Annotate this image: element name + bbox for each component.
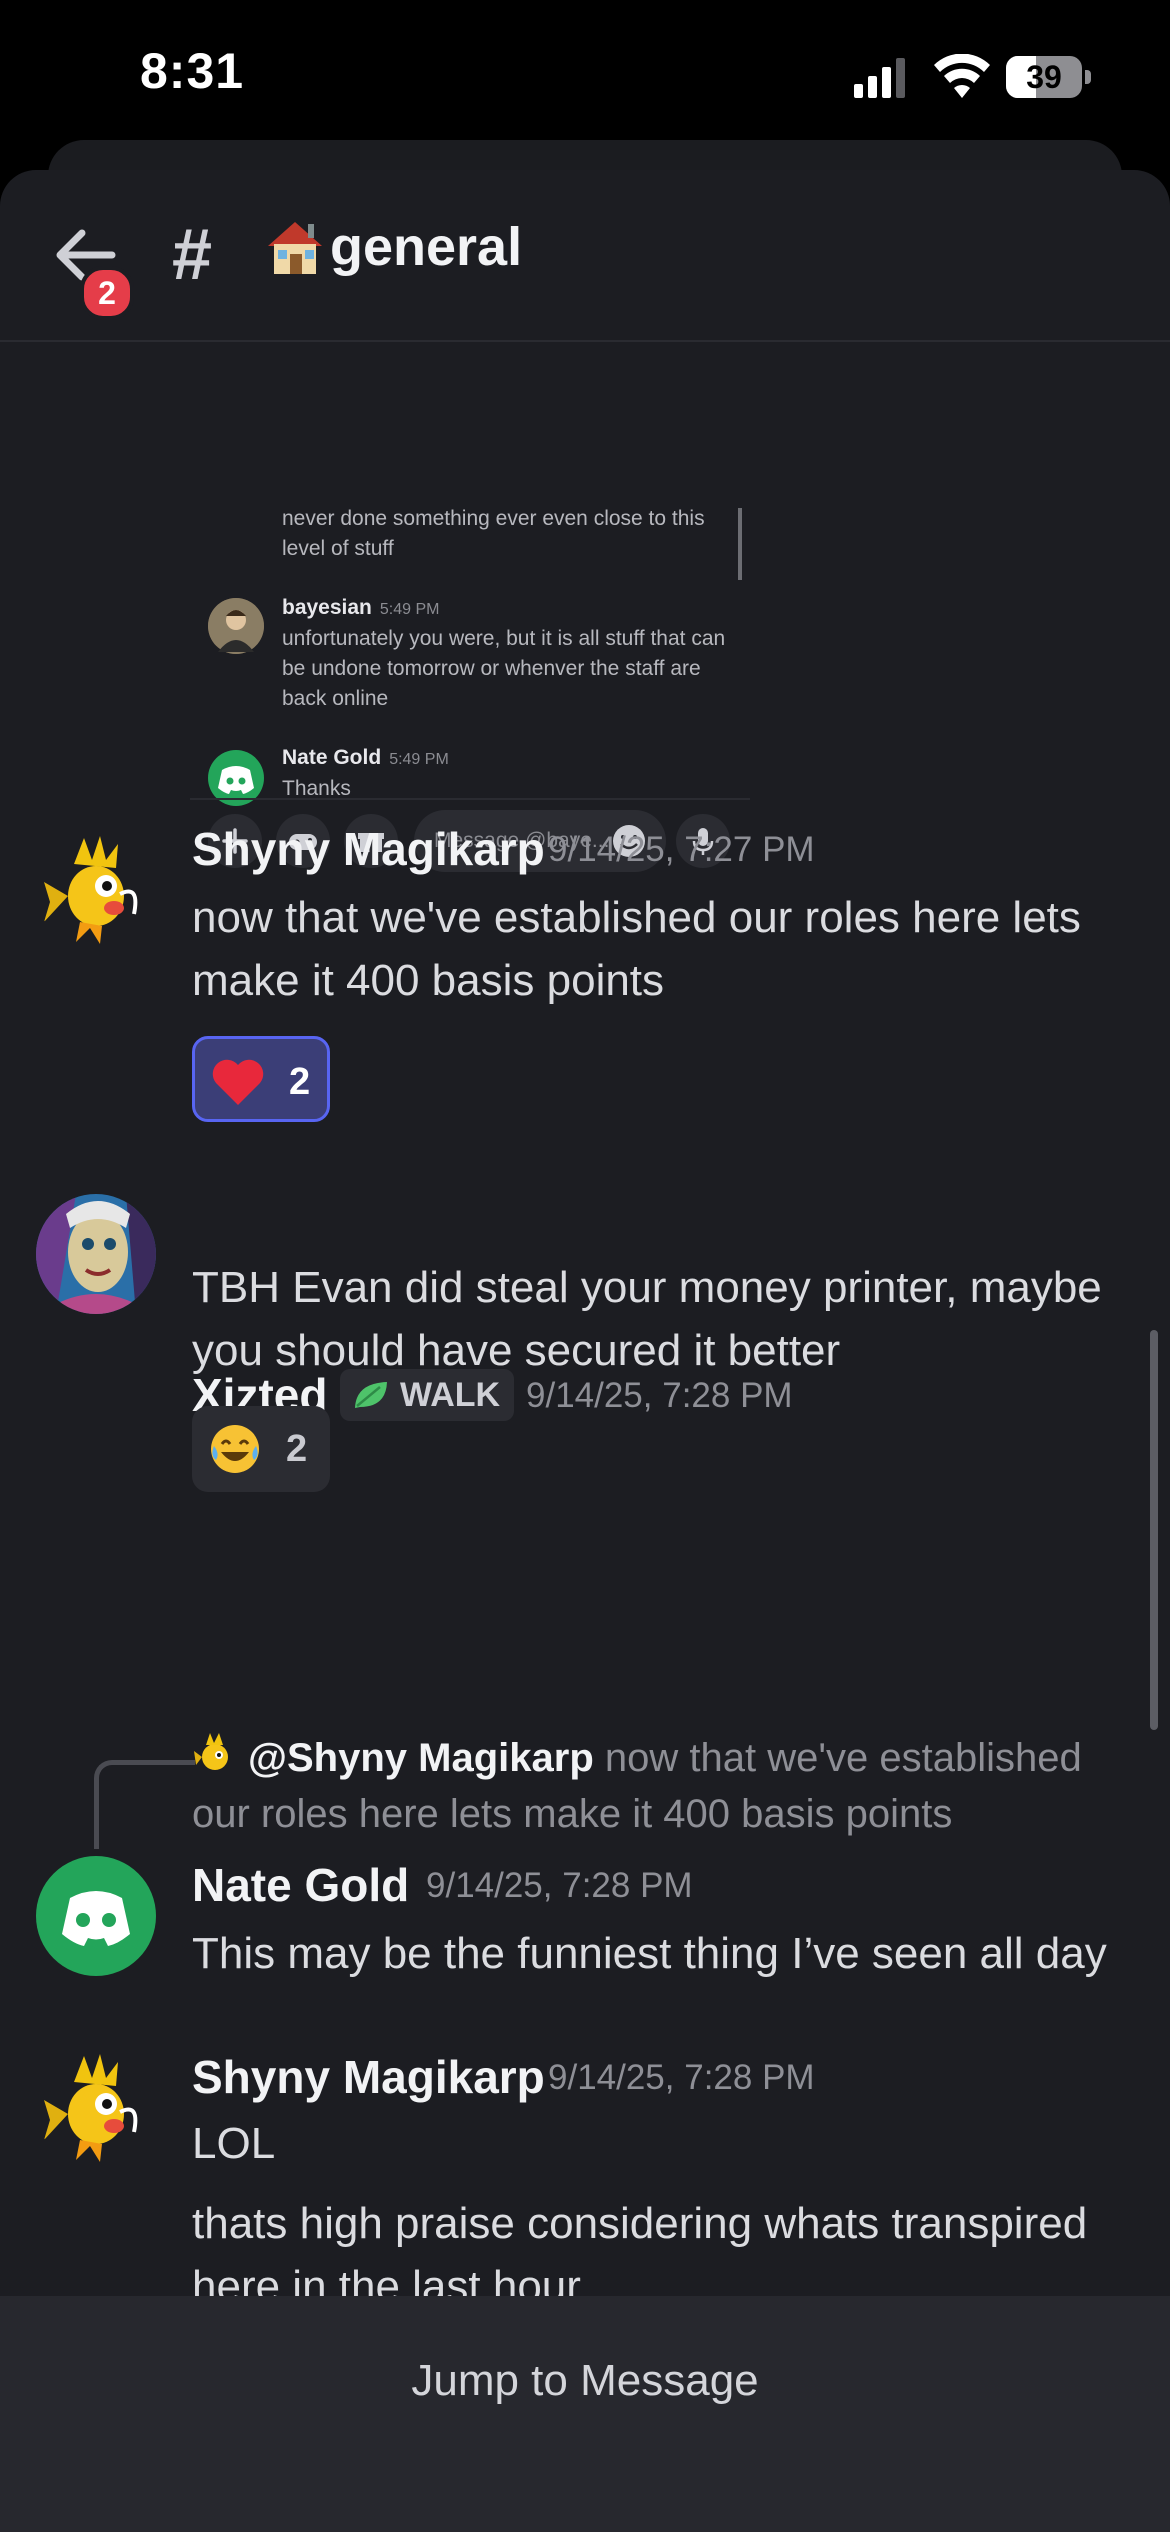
leaf-icon xyxy=(355,1382,387,1408)
reply-author[interactable]: @Shyny Magikarp xyxy=(248,1736,594,1780)
embedded-message-header: bayesian 5:49 PM xyxy=(282,596,439,620)
embedded-fragment-text: never done something ever even close to … xyxy=(282,507,705,560)
channel-name[interactable]: general xyxy=(330,216,522,278)
scrollbar[interactable] xyxy=(1150,1330,1158,1730)
channel-hash-icon: # xyxy=(172,215,213,295)
wifi-icon xyxy=(934,54,990,98)
embedded-message-text: unfortunately you were, but it is all st… xyxy=(282,627,726,710)
avatar-nate-gold[interactable] xyxy=(36,1856,156,1976)
reaction-joy[interactable]: 2 xyxy=(192,1406,330,1492)
message-author[interactable]: Nate Gold xyxy=(192,1858,409,1912)
jump-to-message-bar[interactable]: Jump to Message xyxy=(0,2296,1170,2532)
message-author[interactable]: Shyny Magikarp xyxy=(192,822,545,876)
message-text: LOL xyxy=(192,2119,276,2168)
status-time: 8:31 xyxy=(140,43,245,99)
message-text: now that we've established our roles her… xyxy=(192,893,1081,1005)
embedded-timestamp: 5:49 PM xyxy=(379,601,440,618)
tears-of-joy-emoji-icon xyxy=(211,1425,259,1473)
reply-avatar-icon xyxy=(194,1733,228,1770)
embedded-screenshot-image[interactable]: never done something ever even close to … xyxy=(190,340,750,880)
avatar-shyny-magikarp[interactable] xyxy=(36,830,156,950)
reaction-count: 2 xyxy=(289,1061,311,1103)
message-timestamp: 9/14/25, 7:28 PM xyxy=(526,1376,793,1415)
reply-connector xyxy=(94,1760,195,1849)
embedded-timestamp: 5:49 PM xyxy=(389,751,449,768)
battery-level: 39 xyxy=(1026,59,1062,95)
message-timestamp: 9/14/25, 7:28 PM xyxy=(548,2058,815,2097)
embedded-author: bayesian xyxy=(282,596,372,619)
reply-preview[interactable]: @Shyny Magikarp now that we've establish… xyxy=(192,1730,1142,1842)
embedded-divider xyxy=(190,798,750,800)
battery-icon: 39 xyxy=(1006,56,1092,98)
embedded-author: Nate Gold xyxy=(282,746,382,769)
message-timestamp: 9/14/25, 7:27 PM xyxy=(548,830,815,869)
channel-header: 2 # general xyxy=(0,170,1170,342)
heart-emoji-icon xyxy=(212,1059,264,1105)
message-timestamp: 9/14/25, 7:28 PM xyxy=(426,1866,693,1905)
avatar-shyny-magikarp[interactable] xyxy=(36,2048,156,2168)
cellular-signal-icon xyxy=(854,58,905,98)
avatar-xizted[interactable] xyxy=(36,1194,156,1314)
reaction-heart[interactable]: 2 xyxy=(192,1036,330,1122)
message-sheet: 2 # general never done something ever ev… xyxy=(0,170,1170,2532)
embedded-scroll-indicator xyxy=(738,508,742,580)
embedded-message-header: Nate Gold 5:49 PM xyxy=(282,746,449,770)
discord-logo-icon xyxy=(62,1891,130,1946)
reaction-count: 2 xyxy=(286,1428,308,1470)
message-text: This may be the funniest thing I’ve seen… xyxy=(192,1929,1107,1978)
unread-badge: 2 xyxy=(80,266,134,320)
house-emoji-icon xyxy=(268,222,322,274)
embedded-avatar-bayesian xyxy=(208,598,264,654)
jump-to-message-button[interactable]: Jump to Message xyxy=(0,2356,1170,2406)
message-author[interactable]: Shyny Magikarp xyxy=(192,2050,545,2104)
message-text: TBH Evan did steal your money printer, m… xyxy=(192,1263,1102,1375)
